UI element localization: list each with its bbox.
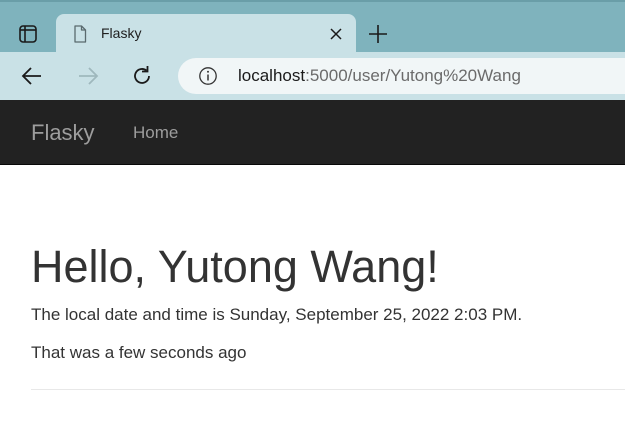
reload-icon bbox=[134, 66, 150, 84]
tab-actions-icon bbox=[19, 25, 37, 43]
info-icon[interactable] bbox=[198, 66, 218, 86]
browser-tab[interactable]: Flasky bbox=[56, 14, 356, 54]
reload-button[interactable] bbox=[126, 60, 158, 92]
document-icon bbox=[74, 25, 87, 43]
tab-actions-button[interactable] bbox=[8, 14, 48, 54]
url-text[interactable]: localhost:5000/user/Yutong%20Wang bbox=[238, 66, 521, 86]
browser-tab-strip: Flasky bbox=[0, 0, 625, 54]
back-button[interactable] bbox=[16, 60, 48, 92]
address-bar[interactable]: localhost:5000/user/Yutong%20Wang bbox=[178, 58, 625, 94]
forward-button[interactable] bbox=[72, 60, 104, 92]
back-arrow-icon bbox=[21, 67, 41, 85]
tab-close-button[interactable] bbox=[326, 24, 346, 44]
new-tab-button[interactable] bbox=[364, 20, 392, 48]
forward-arrow-icon bbox=[79, 67, 99, 85]
close-icon bbox=[330, 28, 342, 40]
local-time-text: The local date and time is Sunday, Septe… bbox=[31, 305, 523, 324]
navbar-brand[interactable]: Flasky bbox=[31, 120, 95, 146]
url-host: localhost bbox=[238, 66, 306, 85]
divider bbox=[31, 389, 625, 390]
url-path: :5000/user/Yutong%20Wang bbox=[305, 66, 521, 85]
plus-icon bbox=[369, 25, 387, 43]
site-navbar: Flasky Home bbox=[0, 100, 625, 165]
tab-title: Flasky bbox=[101, 25, 142, 41]
browser-toolbar: localhost:5000/user/Yutong%20Wang bbox=[0, 52, 625, 100]
nav-link-home[interactable]: Home bbox=[133, 123, 178, 143]
page-heading: Hello, Yutong Wang! bbox=[31, 241, 439, 292]
relative-time-text: That was a few seconds ago bbox=[31, 343, 247, 362]
